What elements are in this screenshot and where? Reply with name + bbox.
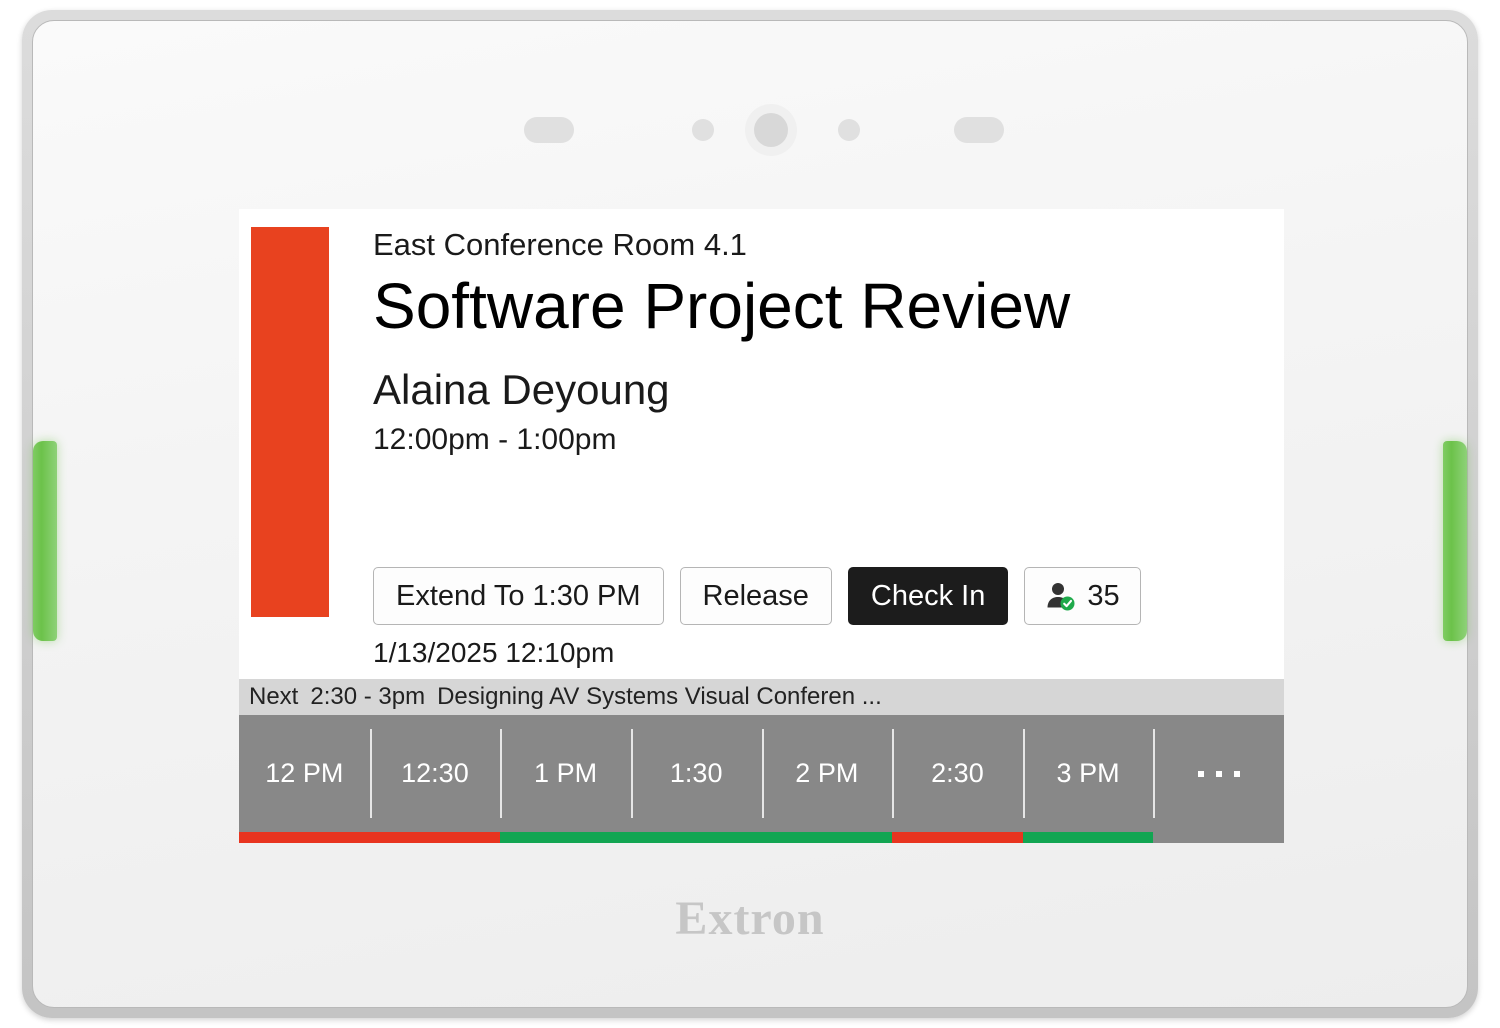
brand-logo: Extron bbox=[675, 892, 825, 945]
release-button[interactable]: Release bbox=[679, 567, 832, 625]
next-meeting-label: Next bbox=[249, 683, 299, 710]
occupancy-count: 35 bbox=[1087, 579, 1120, 612]
timeline-overflow-indicator[interactable] bbox=[1153, 715, 1284, 832]
camera-icon bbox=[745, 104, 797, 156]
device-top-bezel bbox=[33, 21, 1467, 211]
action-button-row: Extend To 1:30 PM Release Check In 35 bbox=[373, 567, 1141, 625]
speaker-slot-right-icon bbox=[954, 117, 1004, 143]
sensor-dot-left-icon bbox=[692, 119, 714, 141]
extend-button[interactable]: Extend To 1:30 PM bbox=[373, 567, 664, 625]
next-meeting-title: Designing AV Systems Visual Conferen ... bbox=[437, 683, 882, 710]
status-accent-bar bbox=[251, 227, 329, 617]
device-body: Extron East Conference Room 4.1 Software… bbox=[32, 20, 1468, 1008]
meeting-info: East Conference Room 4.1 Software Projec… bbox=[373, 225, 1254, 459]
timeline-slot[interactable]: 12:30 bbox=[369, 715, 501, 832]
availability-segment-busy bbox=[892, 832, 1023, 843]
room-name: East Conference Room 4.1 bbox=[373, 227, 747, 262]
timeline-slot[interactable]: 2:30 bbox=[892, 715, 1023, 832]
person-check-icon bbox=[1045, 581, 1075, 611]
organizer-name: Alaina Deyoung bbox=[373, 365, 670, 413]
timeline-slot[interactable]: 12 PM bbox=[239, 715, 370, 832]
next-meeting-strip[interactable]: Next 2:30 - 3pm Designing AV Systems Vis… bbox=[239, 679, 1284, 715]
check-in-button[interactable]: Check In bbox=[847, 567, 1009, 625]
led-status-bar-right bbox=[1443, 441, 1467, 641]
touch-panel-screen[interactable]: East Conference Room 4.1 Software Projec… bbox=[239, 209, 1284, 843]
timeline-slot[interactable]: 2 PM bbox=[761, 715, 893, 832]
timeline-slot[interactable]: 1 PM bbox=[500, 715, 631, 832]
availability-segment-free bbox=[500, 832, 893, 843]
timeline-slot[interactable]: 1:30 bbox=[630, 715, 762, 832]
availability-segment-busy bbox=[239, 832, 501, 843]
speaker-slot-left-icon bbox=[524, 117, 574, 143]
next-meeting-time: 2:30 - 3pm bbox=[310, 683, 426, 710]
device-frame: Extron East Conference Room 4.1 Software… bbox=[22, 10, 1478, 1018]
occupancy-button[interactable]: 35 bbox=[1024, 567, 1141, 625]
timeline-slot[interactable]: 3 PM bbox=[1022, 715, 1154, 832]
availability-segment-unknown bbox=[1153, 832, 1284, 843]
meeting-panel: East Conference Room 4.1 Software Projec… bbox=[239, 209, 1284, 679]
meeting-time-range: 12:00pm - 1:00pm bbox=[373, 423, 617, 457]
datetime-stamp: 1/13/2025 12:10pm bbox=[373, 637, 615, 668]
led-status-bar-left bbox=[33, 441, 57, 641]
sensor-dot-right-icon bbox=[838, 119, 860, 141]
meeting-title: Software Project Review bbox=[373, 270, 1071, 343]
camera-lens-icon bbox=[754, 113, 788, 147]
availability-bar bbox=[239, 832, 1284, 843]
availability-segment-free bbox=[1022, 832, 1154, 843]
ellipsis-icon bbox=[1197, 770, 1240, 777]
timeline-slots[interactable]: 12 PM 12:30 1 PM 1:30 2 PM 2:30 3 PM bbox=[239, 715, 1284, 832]
